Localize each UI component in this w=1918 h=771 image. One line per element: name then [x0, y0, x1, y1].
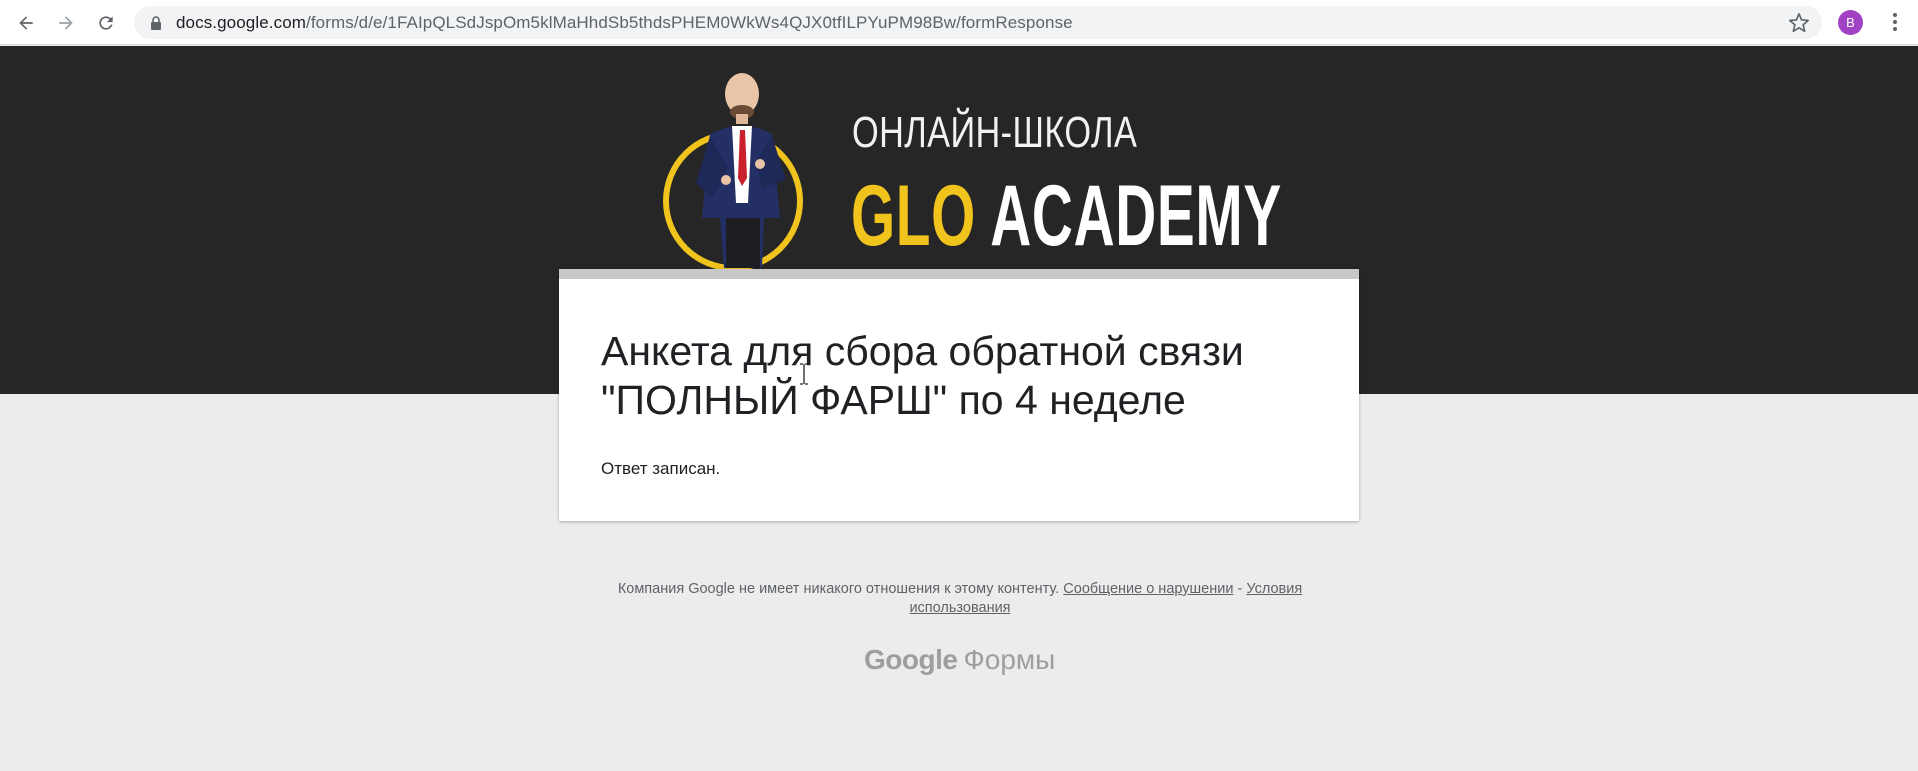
url-text: docs.google.com/forms/d/e/1FAIpQLSdJspOm… [176, 13, 1073, 33]
reload-icon [99, 16, 113, 30]
star-icon[interactable] [1788, 12, 1810, 34]
brand-logo-text: GLO ACADEMY [851, 168, 1282, 264]
lock-icon [151, 16, 161, 30]
form-response-card: Анкета для сбора обратной связи "ПОЛНЫЙ … [559, 269, 1359, 521]
google-forms-logo[interactable]: Google Формы [864, 644, 1055, 676]
kebab-menu-icon[interactable] [1883, 10, 1907, 34]
brand-glo: GLO [851, 168, 976, 264]
google-wordmark: Google [864, 644, 958, 675]
browser-toolbar: docs.google.com/forms/d/e/1FAIpQLSdJspOm… [0, 0, 1918, 45]
form-title: Анкета для сбора обратной связи "ПОЛНЫЙ … [601, 328, 1244, 423]
forms-wordmark: Формы [963, 644, 1056, 675]
url-path: /forms/d/e/1FAIpQLSdJspOm5klMaHhdSb5thds… [306, 13, 1073, 32]
footer-disclaimer: Компания Google не имеет никакого отноше… [590, 580, 1330, 618]
forward-button[interactable] [52, 9, 80, 37]
text-cursor-icon [800, 363, 808, 385]
forward-arrow-icon [59, 16, 73, 30]
footer-separator: - [1237, 581, 1243, 597]
address-bar[interactable]: docs.google.com/forms/d/e/1FAIpQLSdJspOm… [134, 6, 1822, 39]
back-button[interactable] [12, 9, 40, 37]
disclaimer-text: Компания Google не имеет никакого отноше… [617, 581, 1060, 597]
school-label: ОНЛАЙН-ШКОЛА [852, 108, 1138, 157]
report-abuse-link[interactable]: Сообщение о нарушении [1063, 581, 1233, 597]
mascot-illustration [696, 73, 786, 268]
url-host: docs.google.com [176, 13, 307, 32]
reload-button[interactable] [92, 9, 120, 37]
confirmation-message: Ответ записан. [601, 459, 721, 478]
profile-avatar[interactable]: B [1838, 10, 1863, 35]
back-arrow-icon [19, 16, 33, 30]
brand-academy: ACADEMY [990, 168, 1282, 264]
